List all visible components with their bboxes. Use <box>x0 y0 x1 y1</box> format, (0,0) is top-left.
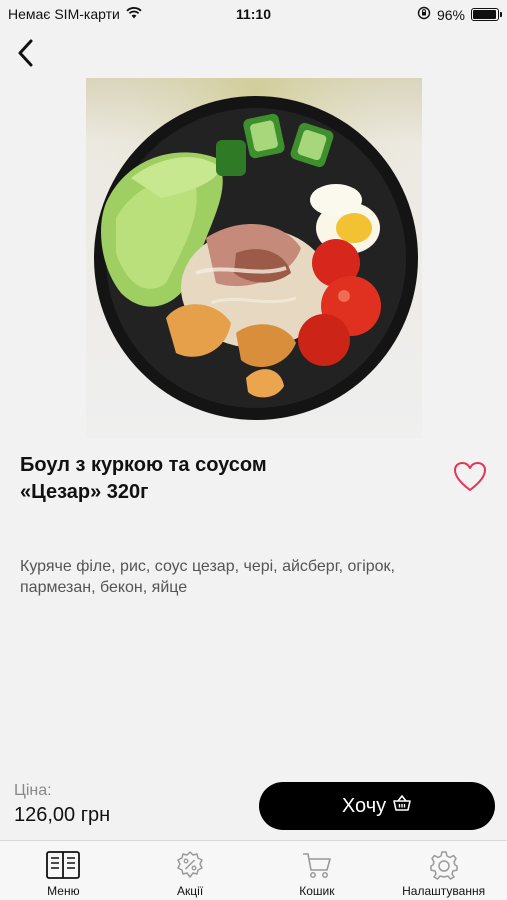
favorite-button[interactable] <box>452 460 488 494</box>
tab-menu[interactable]: Меню <box>0 841 127 900</box>
tab-settings-label: Налаштування <box>402 884 486 898</box>
tab-menu-label: Меню <box>47 884 80 898</box>
back-button[interactable] <box>10 36 40 70</box>
want-button-label: Хочу <box>341 794 387 817</box>
tab-cart-label: Кошик <box>299 884 335 898</box>
battery-fill <box>473 10 497 19</box>
dish-description-line2: пармезан, бекон, яйце <box>20 579 188 596</box>
chevron-left-icon <box>18 39 33 67</box>
tab-promotions-label: Акції <box>177 884 204 898</box>
status-right: 96% <box>417 6 502 23</box>
dish-photo <box>86 78 422 438</box>
want-button[interactable]: Хочу <box>259 782 495 830</box>
percent-badge-icon <box>172 849 208 881</box>
tab-cart[interactable]: Кошик <box>254 841 381 900</box>
dish-description: Куряче філе, рис, соус цезар, чері, айсб… <box>20 556 490 598</box>
tab-promotions[interactable]: Акції <box>127 841 254 900</box>
dish-title-line1: Боул з куркою та соусом <box>20 454 267 476</box>
dish-title-line2: «Цезар» 320г <box>20 481 149 503</box>
basket-icon <box>392 794 412 818</box>
menu-book-icon <box>45 849 81 881</box>
tab-bar: Меню Акції Кошик Налаштування <box>0 840 507 900</box>
status-bar: Немає SIM-карти 11:10 96% <box>0 0 507 28</box>
battery-icon <box>471 8 502 21</box>
cart-icon <box>299 849 335 881</box>
price-label: Ціна: <box>14 782 52 799</box>
dish-title: Боул з куркою та соусом «Цезар» 320г <box>20 452 420 506</box>
heart-outline-icon <box>454 462 486 491</box>
dish-description-line1: Куряче філе, рис, соус цезар, чері, айсб… <box>20 558 395 575</box>
price-value: 126,00 грн <box>14 804 111 826</box>
orientation-lock-icon <box>417 6 431 23</box>
gear-icon <box>426 849 462 881</box>
battery-percent: 96% <box>436 6 465 23</box>
tab-settings[interactable]: Налаштування <box>380 841 507 900</box>
